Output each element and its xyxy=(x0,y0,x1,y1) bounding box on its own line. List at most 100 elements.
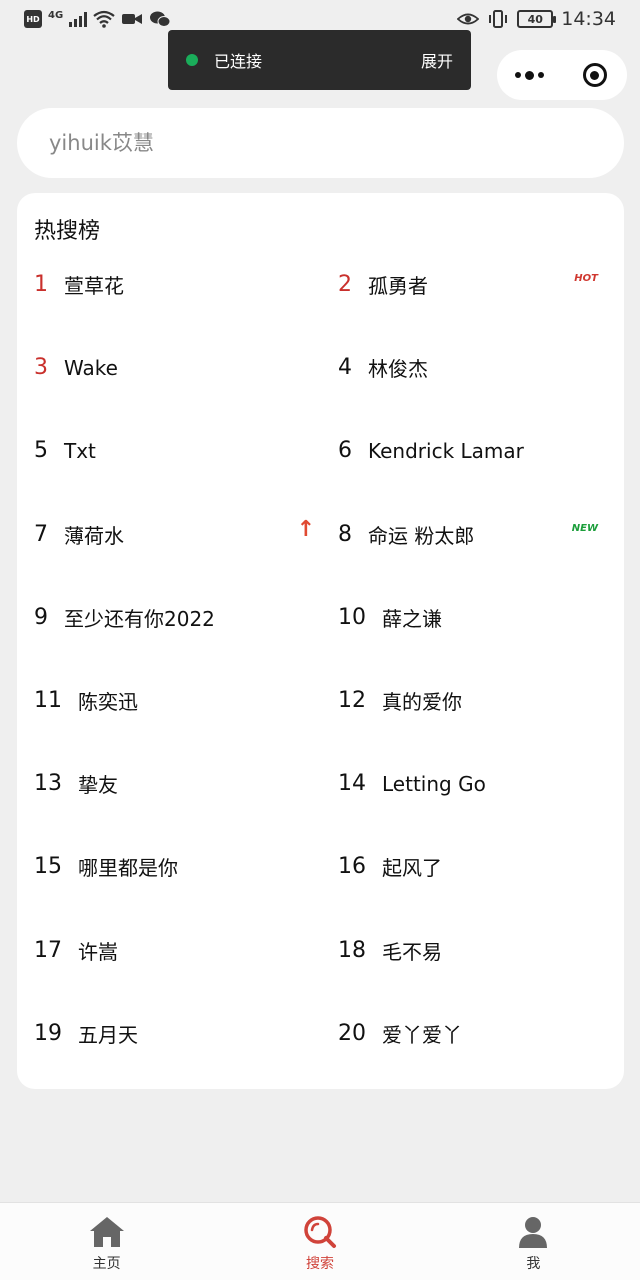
hot-rank: 14 xyxy=(338,771,366,797)
hot-search-item[interactable]: 17 许嵩 xyxy=(34,909,321,992)
close-miniprogram-button[interactable] xyxy=(562,50,627,100)
hot-rank: 5 xyxy=(34,438,48,464)
hot-rank: 7 xyxy=(34,521,48,547)
hot-search-item[interactable]: 10 薛之谦 xyxy=(321,576,608,659)
status-right: 40 14:34 xyxy=(457,8,616,30)
hot-keyword: Txt xyxy=(64,438,96,463)
hot-search-item[interactable]: 14 Letting Go xyxy=(321,742,608,825)
hot-search-item[interactable]: 5 Txt xyxy=(34,409,321,492)
hot-rank: 19 xyxy=(34,1020,62,1046)
search-icon xyxy=(304,1216,336,1248)
hot-rank: 9 xyxy=(34,604,48,630)
hot-search-title: 热搜榜 xyxy=(34,219,101,244)
hot-keyword: 哪里都是你 xyxy=(78,856,178,881)
hot-keyword: 萱草花 xyxy=(64,274,124,299)
hot-rank: 2 xyxy=(338,272,352,298)
target-icon xyxy=(582,63,607,87)
tab-home[interactable]: 主页 xyxy=(0,1203,213,1280)
hot-rank: 10 xyxy=(338,604,366,630)
hot-rank: 4 xyxy=(338,355,352,381)
more-button[interactable] xyxy=(497,50,562,100)
tab-label: 我 xyxy=(526,1256,541,1272)
hot-keyword: 挚友 xyxy=(78,773,118,798)
hot-keyword: Wake xyxy=(64,355,118,380)
hot-rank: 8 xyxy=(338,521,352,547)
hot-search-item[interactable]: 2 孤勇者 HOT xyxy=(321,243,608,326)
status-left: HD 4G xyxy=(24,10,171,28)
search-input[interactable] xyxy=(49,131,589,155)
hot-search-card: 热搜榜 1 萱草花 2 孤勇者 HOT 3 Wake 4 林俊杰 5 Txt 6 Kendrick La… xyxy=(17,193,624,1089)
hot-rank: 18 xyxy=(338,937,366,963)
hot-keyword: 许嵩 xyxy=(78,939,118,964)
hot-search-item[interactable]: 9 至少还有你2022 xyxy=(34,576,321,659)
miniprogram-capsule xyxy=(497,50,627,100)
tab-me[interactable]: 我 xyxy=(427,1203,640,1280)
vibrate-icon xyxy=(489,10,508,28)
hot-keyword: 命运 粉太郎 xyxy=(368,523,475,548)
hot-rank: 3 xyxy=(34,355,48,381)
dot-icon xyxy=(538,72,544,78)
hot-search-item[interactable]: 3 Wake xyxy=(34,326,321,409)
tab-search[interactable]: 搜索 xyxy=(213,1203,426,1280)
hot-search-item[interactable]: 15 哪里都是你 xyxy=(34,825,321,908)
hot-keyword: Kendrick Lamar xyxy=(368,438,524,463)
video-camera-icon xyxy=(122,14,143,24)
toast-expand-button[interactable]: 展开 xyxy=(421,48,453,72)
wifi-icon xyxy=(93,10,115,28)
signal-icon xyxy=(69,11,88,27)
hot-search-item[interactable]: 12 真的爱你 xyxy=(321,659,608,742)
hot-keyword: 毛不易 xyxy=(382,939,442,964)
hot-keyword: 陈奕迅 xyxy=(78,690,138,715)
dot-icon xyxy=(515,72,521,78)
connection-toast: 已连接 展开 xyxy=(168,30,471,90)
hot-keyword: 五月天 xyxy=(78,1022,138,1047)
eye-icon xyxy=(457,13,480,25)
hot-keyword: 至少还有你2022 xyxy=(64,606,215,631)
hot-keyword: 林俊杰 xyxy=(368,357,428,382)
home-icon xyxy=(89,1217,124,1247)
hot-rank: 6 xyxy=(338,438,352,464)
search-bar[interactable] xyxy=(17,108,624,178)
hot-keyword: 爱丫爱丫 xyxy=(382,1022,462,1047)
wechat-icon xyxy=(150,11,171,27)
hot-badge: HOT xyxy=(574,273,598,284)
hot-keyword: Letting Go xyxy=(382,771,486,796)
hot-rank: 13 xyxy=(34,771,62,797)
tab-bar: 主页 搜索 我 xyxy=(0,1202,640,1280)
hot-search-item[interactable]: 1 萱草花 xyxy=(34,243,321,326)
hot-search-item[interactable]: 4 林俊杰 xyxy=(321,326,608,409)
battery-icon: 40 xyxy=(517,10,557,28)
tab-label: 搜索 xyxy=(305,1256,334,1272)
hot-search-item[interactable]: 8 命运 粉太郎 NEW xyxy=(321,493,608,576)
network-type: 4G xyxy=(48,9,64,21)
hot-rank: 15 xyxy=(34,854,62,880)
connected-dot-icon xyxy=(186,54,198,66)
dot-icon xyxy=(525,70,534,80)
hot-search-item[interactable]: 20 爱丫爱丫 xyxy=(321,992,608,1075)
hot-rank: 11 xyxy=(34,688,62,714)
hot-search-item[interactable]: 16 起风了 xyxy=(321,825,608,908)
hot-search-grid: 1 萱草花 2 孤勇者 HOT 3 Wake 4 林俊杰 5 Txt 6 Kendrick Lamar 7… xyxy=(34,243,608,1075)
hot-search-item[interactable]: 18 毛不易 xyxy=(321,909,608,992)
user-icon xyxy=(519,1217,548,1248)
hot-rank: 17 xyxy=(34,937,62,963)
hot-search-item[interactable]: 7 薄荷水 ↑ xyxy=(34,493,321,576)
hot-keyword: 薄荷水 xyxy=(64,523,124,548)
hot-keyword: 薛之谦 xyxy=(382,606,442,631)
hot-keyword: 真的爱你 xyxy=(382,690,462,715)
hot-rank: 16 xyxy=(338,854,366,880)
hot-search-item[interactable]: 11 陈奕迅 xyxy=(34,659,321,742)
toast-text: 已连接 xyxy=(214,52,263,71)
hot-search-item[interactable]: 19 五月天 xyxy=(34,992,321,1075)
hot-rank: 20 xyxy=(338,1020,366,1046)
status-time: 14:34 xyxy=(561,8,616,30)
hot-search-item[interactable]: 6 Kendrick Lamar xyxy=(321,409,608,492)
hot-keyword: 起风了 xyxy=(382,856,442,881)
up-arrow-icon: ↑ xyxy=(296,516,315,542)
hot-rank: 12 xyxy=(338,688,366,714)
tab-label: 主页 xyxy=(92,1256,121,1272)
hot-search-item[interactable]: 13 挚友 xyxy=(34,742,321,825)
hot-keyword: 孤勇者 xyxy=(368,274,428,299)
hot-rank: 1 xyxy=(34,272,48,298)
hd-icon: HD xyxy=(24,10,42,28)
